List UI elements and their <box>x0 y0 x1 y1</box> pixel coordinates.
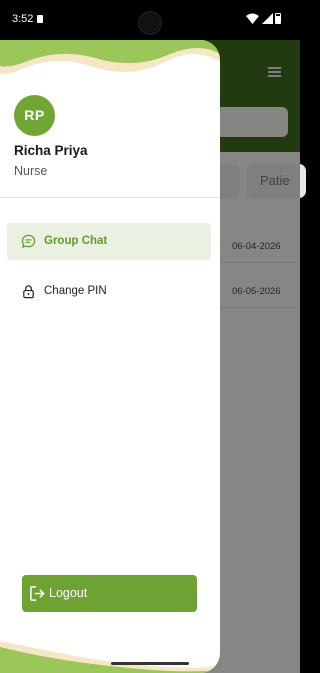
user-name: Richa Priya <box>14 143 88 158</box>
camera-cutout <box>139 12 161 34</box>
nav-item-label: Change PIN <box>44 285 107 297</box>
battery-icon <box>275 13 281 24</box>
drawer-divider <box>0 197 220 198</box>
wifi-icon <box>246 13 259 24</box>
top-wave-decoration <box>0 40 220 75</box>
nav-item-group-chat[interactable]: Group Chat <box>7 223 211 260</box>
nav-item-label: Group Chat <box>44 235 108 247</box>
logout-button[interactable]: Logout <box>22 575 197 612</box>
avatar: RP <box>14 95 55 136</box>
navigation-drawer: RP Richa Priya Nurse Group Chat Change P… <box>0 40 220 673</box>
cellular-signal-icon <box>262 13 273 24</box>
bottom-wave-decoration <box>0 641 220 673</box>
home-indicator[interactable] <box>111 662 189 665</box>
status-time: 3:52 <box>12 13 34 25</box>
logout-label: Logout <box>49 586 88 600</box>
lock-icon <box>23 285 34 299</box>
nav-item-change-pin[interactable]: Change PIN <box>7 273 211 310</box>
status-bar: 3:52 <box>0 0 300 40</box>
sim-card-icon <box>37 15 43 23</box>
user-role: Nurse <box>14 164 48 178</box>
chat-bubble-icon <box>21 234 36 248</box>
logout-icon <box>30 586 45 601</box>
